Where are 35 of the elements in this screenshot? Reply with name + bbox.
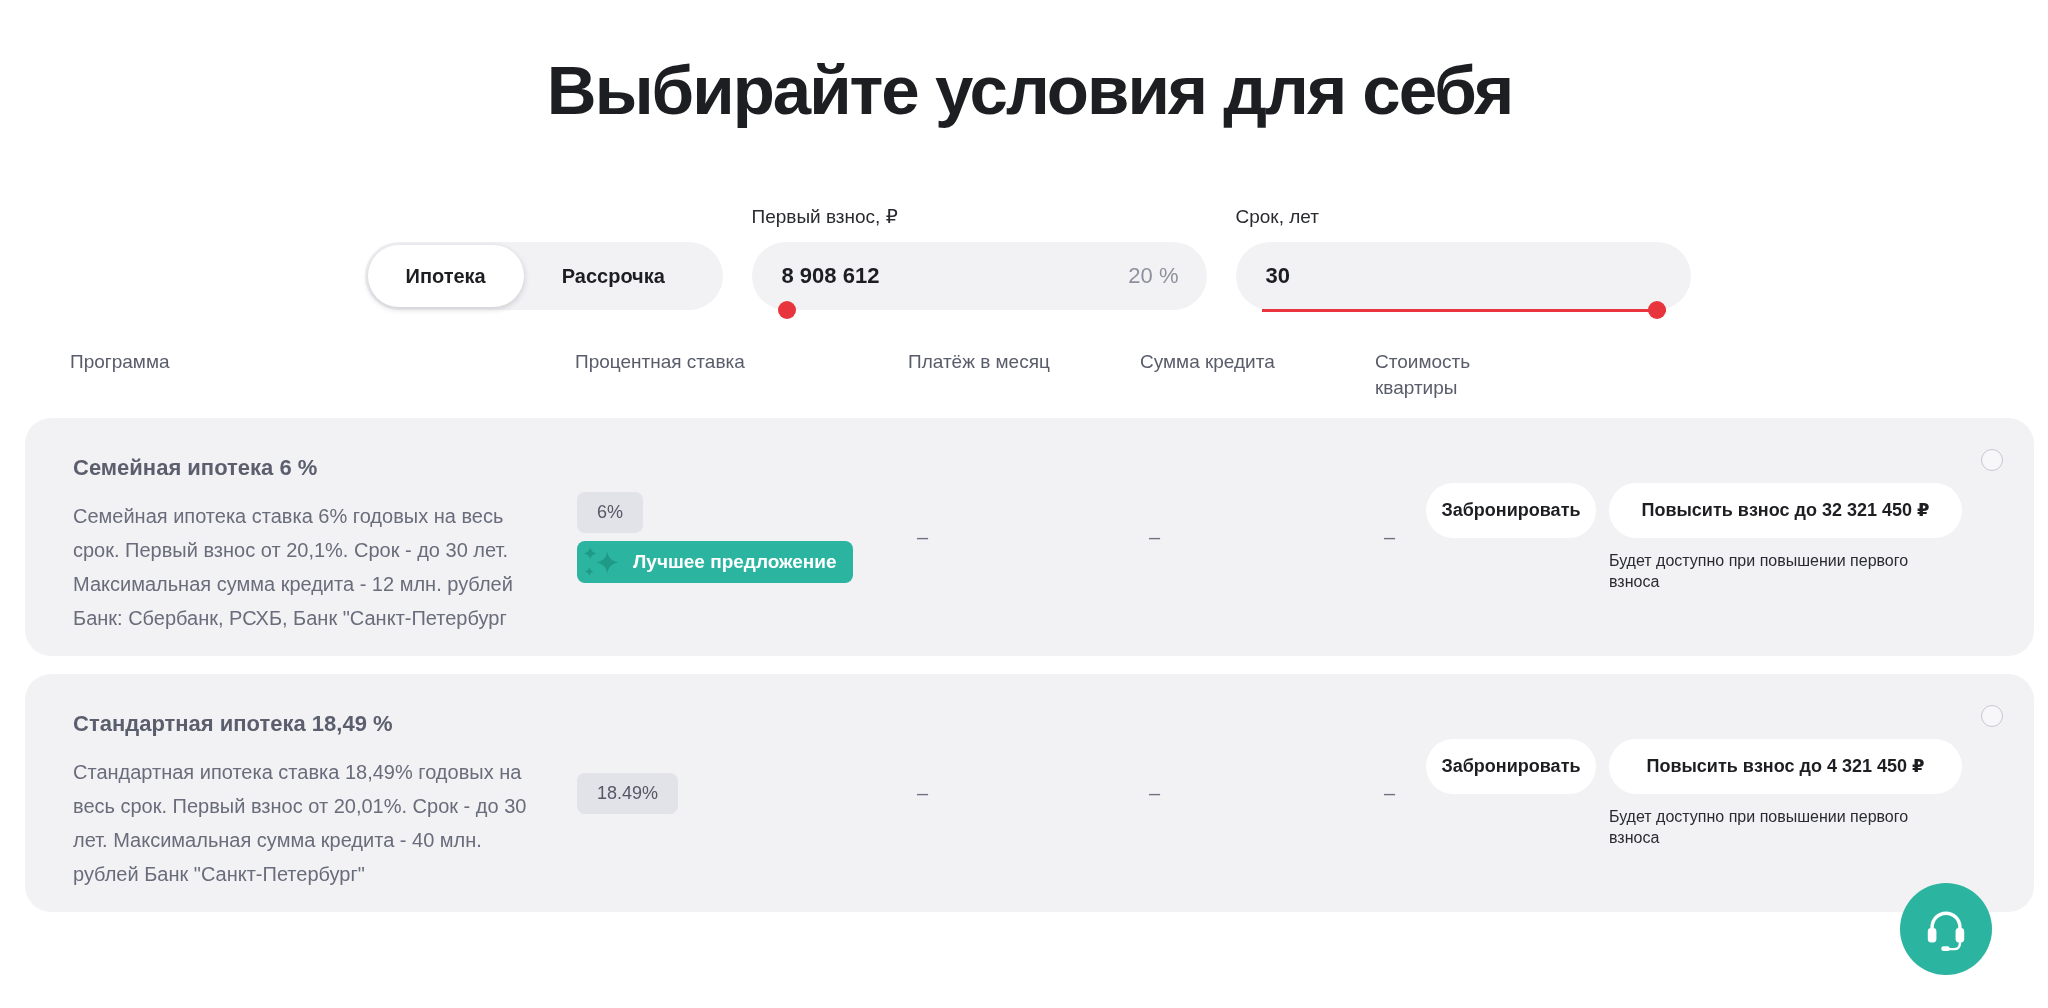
column-header: Сумма кредита <box>1140 350 1275 374</box>
column-header: Процентная ставка <box>575 350 745 374</box>
program-description: Семейная ипотека ставка 6% годовых на весь срок. Первый взнос от 20,1%. Срок - до 30 лет. Максимальная сумма кредита - 12 млн. рублей Банк: Сбербанк, РСХБ, Банк "Санкт-Петербург <box>73 504 514 631</box>
row-radio[interactable] <box>1981 705 2003 727</box>
raise-payment-button[interactable]: Повысить взнос до 32 321 450 ₽ <box>1609 482 1962 538</box>
monthly-payment-value: – <box>917 781 929 805</box>
book-button[interactable]: Забронировать <box>1426 482 1596 538</box>
term-field[interactable]: 30 <box>1235 242 1691 310</box>
loan-amount-value: – <box>1149 781 1161 805</box>
program-description: Стандартная ипотека ставка 18,49% годовых на весь срок. Первый взнос от 20,01%. Срок - до 30 лет. Максимальная сумма кредита - 40 млн. рублей Банк "Санкт-Петербург" <box>73 760 528 887</box>
program-title: Стандартная ипотека 18,49 % <box>73 710 393 738</box>
apartment-cost-value: – <box>1384 525 1396 549</box>
column-header: Программа <box>70 350 170 374</box>
page-title: Выбирайте условия для себя <box>545 51 1514 131</box>
sparkle-icon <box>583 547 619 576</box>
availability-note: Будет доступно при повышении первого взноса <box>1609 806 1910 848</box>
monthly-payment-value: – <box>917 525 929 549</box>
column-header: Платёж в месяц <box>908 350 1050 374</box>
column-header: Стоимость квартиры <box>1375 350 1472 400</box>
apartment-cost-value: – <box>1384 781 1396 805</box>
row-radio[interactable] <box>1981 449 2003 471</box>
term-slider[interactable] <box>1261 301 1666 319</box>
interest-rate-tag: 18.49% <box>577 772 679 814</box>
book-button[interactable]: Забронировать <box>1426 738 1596 794</box>
availability-note: Будет доступно при повышении первого взноса <box>1609 550 1910 592</box>
percent-text: 20 % <box>1128 263 1179 289</box>
field-label: Первый взнос, ₽ <box>751 205 899 229</box>
program-title: Семейная ипотека 6 % <box>73 454 318 482</box>
interest-rate-tag: 6% <box>577 491 643 533</box>
best-offer-label: Лучшее предложение <box>633 550 837 573</box>
loan-amount-value: – <box>1149 525 1161 549</box>
field-label: Срок, лет <box>1235 205 1320 229</box>
mode-tab[interactable]: Рассрочка <box>523 245 703 307</box>
mode-tab[interactable]: Ипотека <box>367 245 524 307</box>
raise-payment-button[interactable]: Повысить взнос до 4 321 450 ₽ <box>1609 738 1962 794</box>
